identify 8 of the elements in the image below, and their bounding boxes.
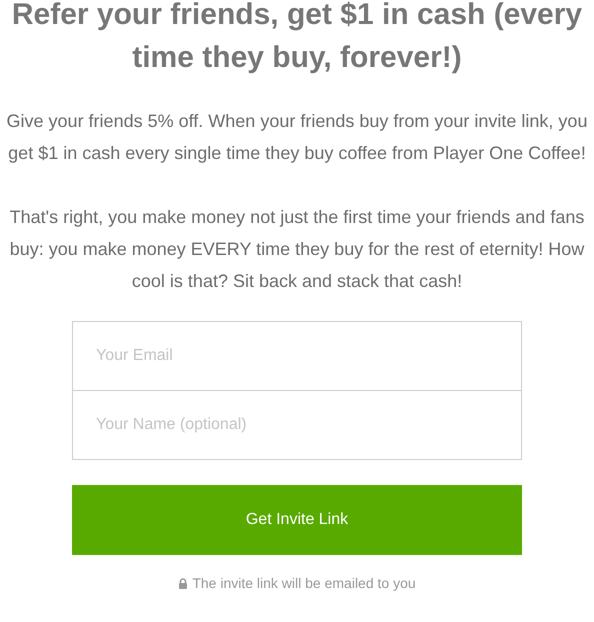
body-paragraph: That's right, you make money not just the first time your friends and fans buy: you make money EVERY time they buy for the rest of eternity! How cool is that? Sit back and stack that cash!	[8, 206, 586, 293]
input-field[interactable]: Your Email	[72, 321, 522, 391]
note-text: The invite link will be emailed to you	[192, 575, 416, 591]
get-invite-link-button[interactable]: Get Invite Link	[72, 485, 522, 555]
input-field[interactable]: Your Name (optional)	[72, 390, 522, 460]
body-paragraph: Give your friends 5% off. When your friends buy from your invite link, you get $1 in cash every single time they buy coffee from Player One Coffee!	[6, 110, 588, 165]
page-heading: Refer your friends, get $1 in cash (every time they buy, forever!)	[10, 0, 584, 76]
lock-icon	[178, 578, 188, 588]
